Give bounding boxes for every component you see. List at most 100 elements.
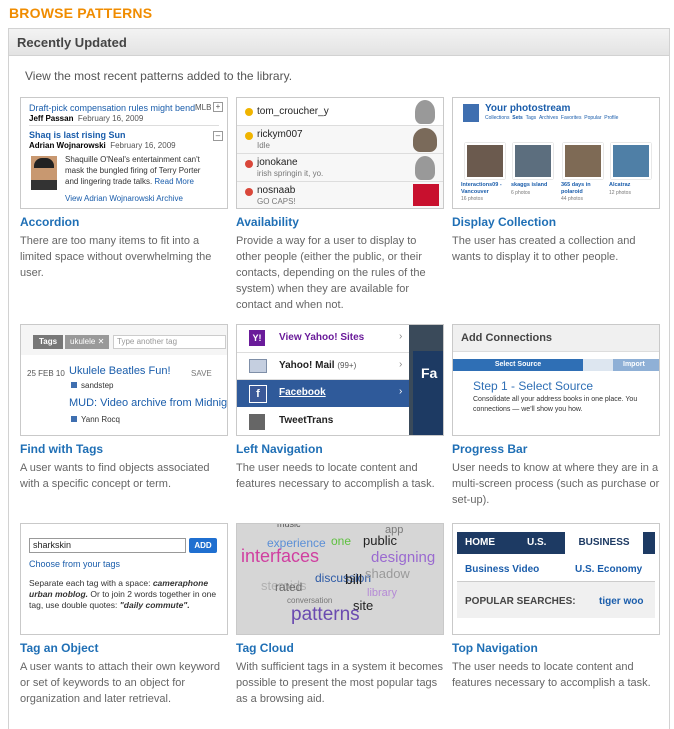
author-2: Adrian Wojnarowski xyxy=(29,141,106,150)
card-title[interactable]: Accordion xyxy=(20,215,79,229)
tag-input[interactable]: sharkskin xyxy=(29,538,186,553)
cloud-word[interactable]: app xyxy=(385,524,403,536)
availability-thumbnail[interactable]: tom_croucher_y rickym007 Idle jonokane i… xyxy=(236,97,444,209)
step-body: Consolidate all your address books in on… xyxy=(473,396,638,413)
result-title[interactable]: MUD: Video archive from Midnig xyxy=(69,397,227,409)
cloud-word[interactable]: music xyxy=(277,524,301,529)
photostream-title: Your photostream xyxy=(485,103,571,114)
card-description: There are too many items to fit into a l… xyxy=(20,235,212,279)
card-description: The user needs to locate content and fea… xyxy=(452,661,651,689)
cloud-word[interactable]: designing xyxy=(371,549,435,566)
buddy-row-1[interactable]: tom_croucher_y xyxy=(237,98,443,126)
buddy-row-3[interactable]: jonokane irish springin it, yo. xyxy=(237,154,443,182)
tab-home[interactable]: HOME xyxy=(465,537,495,548)
status-busy-icon xyxy=(245,160,253,168)
result-user[interactable]: sandstep xyxy=(81,381,113,390)
choose-tags-link[interactable]: Choose from your tags xyxy=(29,559,120,569)
set-title[interactable]: skaggs island xyxy=(511,182,557,189)
card-title[interactable]: Progress Bar xyxy=(452,442,527,456)
recently-updated-panel: Recently Updated View the most recent pa… xyxy=(8,28,670,729)
card-title[interactable]: Display Collection xyxy=(452,215,556,229)
find-tags-thumbnail[interactable]: Tags ukulele ✕ Type another tag 25 FEB 1… xyxy=(20,324,228,436)
cloud-word[interactable]: interfaces xyxy=(241,546,319,567)
tag-help-text: Separate each tag with a space: cameraph… xyxy=(29,578,217,610)
divider xyxy=(29,125,219,126)
card-description: A user wants to find objects associated … xyxy=(20,462,210,490)
photo-set-thumb[interactable] xyxy=(513,143,553,179)
read-more-link[interactable]: Read More xyxy=(154,177,194,186)
set-title[interactable]: 365 days in polaroid xyxy=(561,182,607,196)
archive-link[interactable]: View Adrian Wojnarowski Archive xyxy=(65,194,183,203)
tab-us[interactable]: U.S. xyxy=(527,537,546,548)
mail-icon xyxy=(249,359,267,373)
popular-searches-label: POPULAR SEARCHES: xyxy=(465,596,576,607)
card-description: Provide a way for a user to display to o… xyxy=(236,235,426,311)
remove-tag-icon[interactable]: ✕ xyxy=(98,337,105,346)
yahoo-icon: Y! xyxy=(249,330,265,346)
add-tag-button[interactable]: ADD xyxy=(189,538,217,553)
photo-set-thumb[interactable] xyxy=(563,143,603,179)
buddy-row-4[interactable]: nosnaab GO CAPS! xyxy=(237,182,443,208)
collapse-icon[interactable]: – xyxy=(213,131,223,141)
card-title[interactable]: Left Navigation xyxy=(236,442,323,456)
photostream-nav[interactable]: Collections Sets Tags Archives Favorites… xyxy=(485,115,618,121)
set-title[interactable]: Interactions09 - Vancouver xyxy=(461,182,507,196)
photo-set-thumb[interactable] xyxy=(611,143,651,179)
tag-chip[interactable]: ukulele ✕ xyxy=(65,335,110,349)
tag-cloud-thumbnail[interactable]: music experience one public app interfac… xyxy=(236,523,444,635)
buddy-row-2[interactable]: rickym007 Idle xyxy=(237,126,443,154)
cloud-word[interactable]: one xyxy=(331,534,351,548)
buddy-name: jonokane xyxy=(257,157,298,168)
top-nav-thumbnail[interactable]: HOME U.S. BUSINESS Business Video U.S. E… xyxy=(452,523,660,635)
card-title[interactable]: Tag Cloud xyxy=(236,641,294,655)
accordion-thumbnail[interactable]: Draft-pick compensation rules might bend… xyxy=(20,97,228,209)
avatar xyxy=(415,100,435,124)
status-idle-icon xyxy=(245,132,253,140)
nav-item-mail[interactable]: Yahoo! Mail (99+) › xyxy=(237,353,409,380)
expand-icon[interactable]: + xyxy=(213,102,223,112)
buddy-status: irish springin it, yo. xyxy=(257,169,324,178)
card-title[interactable]: Tag an Object xyxy=(20,641,98,655)
subnav-us-economy[interactable]: U.S. Economy xyxy=(575,564,642,575)
collection-thumbnail[interactable]: Your photostream Collections Sets Tags A… xyxy=(452,97,660,209)
cloud-word[interactable]: rated xyxy=(275,580,302,594)
set-count: 16 photos xyxy=(461,196,483,202)
cloud-word[interactable]: patterns xyxy=(291,604,360,626)
date: February 16, 2009 xyxy=(77,114,144,123)
buddy-name: nosnaab xyxy=(257,185,296,196)
card-description: The user has created a collection and wa… xyxy=(452,235,636,263)
card-title[interactable]: Find with Tags xyxy=(20,442,103,456)
photo-set-thumb[interactable] xyxy=(465,143,505,179)
buddy-name: tom_croucher_y xyxy=(257,106,329,117)
tab-business[interactable]: BUSINESS xyxy=(565,532,643,554)
nav-item-facebook[interactable]: f Facebook › xyxy=(237,380,409,407)
cloud-word[interactable]: bill xyxy=(345,571,362,587)
step-heading: Step 1 - Select Source xyxy=(473,379,594,393)
result-title[interactable]: Ukulele Beatles Fun! xyxy=(69,365,171,377)
chevron-right-icon: › xyxy=(399,386,403,397)
cloud-word[interactable]: shadow xyxy=(365,566,410,581)
card-title[interactable]: Availability xyxy=(236,215,299,229)
accordion-tag: MLB xyxy=(195,103,212,112)
tag-input[interactable]: Type another tag xyxy=(113,335,226,349)
avatar xyxy=(413,128,437,152)
card-title[interactable]: Top Navigation xyxy=(452,641,538,655)
progress-thumbnail[interactable]: Add Connections Select Source Import Imp… xyxy=(452,324,660,436)
subnav-business-video[interactable]: Business Video xyxy=(465,564,539,575)
result-user[interactable]: Yann Rocq xyxy=(81,415,120,424)
cloud-word[interactable]: discussion xyxy=(315,571,371,585)
card-description: A user wants to attach their own keyword… xyxy=(20,661,220,705)
avatar xyxy=(413,184,439,206)
set-title[interactable]: Alcatraz xyxy=(609,182,655,189)
set-count: 44 photos xyxy=(561,196,583,202)
side-panel: Fa xyxy=(413,351,443,435)
buddy-status: GO CAPS! xyxy=(257,197,296,206)
set-count: 12 photos xyxy=(609,190,631,196)
nav-item-tweettrans[interactable]: TweetTrans xyxy=(237,408,409,435)
nav-item-yahoo-sites[interactable]: Y! View Yahoo! Sites › xyxy=(237,325,409,353)
popular-search-link[interactable]: tiger woo xyxy=(599,596,643,607)
tag-object-thumbnail[interactable]: sharkskin ADD Choose from your tags Sepa… xyxy=(20,523,228,635)
save-link[interactable]: SAVE xyxy=(191,369,212,378)
left-nav-thumbnail[interactable]: Fa Y! View Yahoo! Sites › Yahoo! Mail (9… xyxy=(236,324,444,436)
section-title: Recently Updated xyxy=(17,35,127,50)
